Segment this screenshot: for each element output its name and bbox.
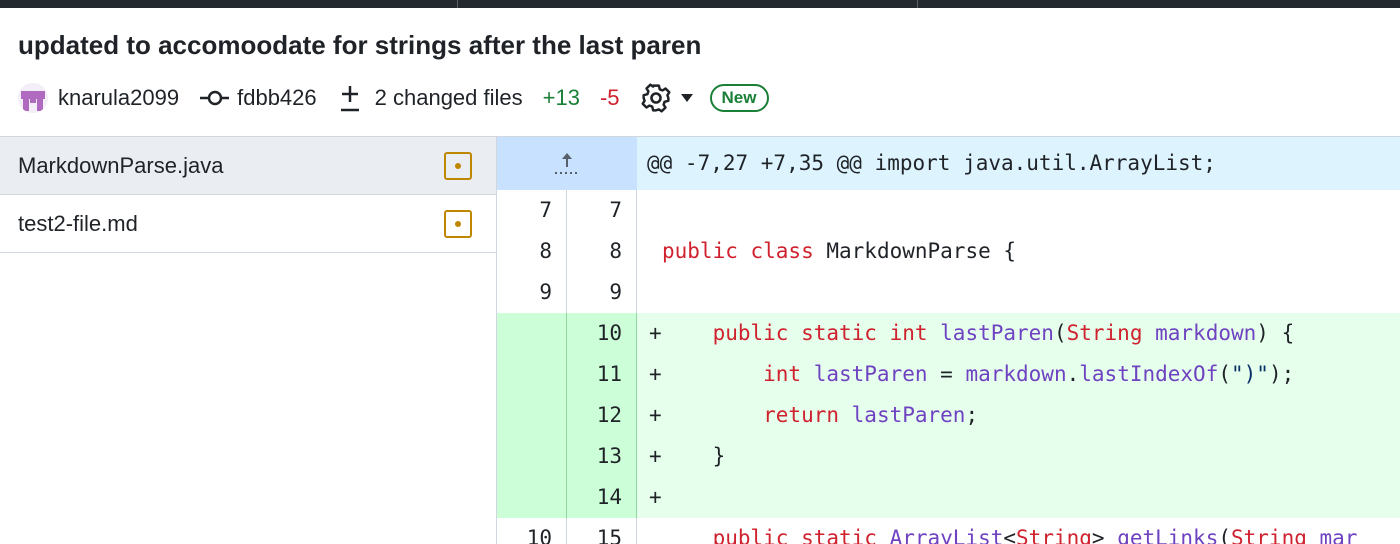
code-token: ( <box>1218 362 1231 386</box>
new-line-number[interactable]: 8 <box>567 231 637 272</box>
code-token: ; <box>965 403 979 427</box>
file-diff-icon <box>340 86 359 112</box>
diff-marker <box>649 272 665 313</box>
diff-line-added: 10 + public static int lastParen(String m… <box>497 313 1400 354</box>
code-token: ) { <box>1256 321 1295 345</box>
top-nav-bar <box>0 0 1400 8</box>
expand-up-button[interactable] <box>497 137 637 190</box>
code-token: ")" <box>1231 362 1269 386</box>
code-token: ); <box>1268 362 1295 386</box>
code-line: public static ArrayList<String> getLinks… <box>662 518 1358 544</box>
code-line: int lastParen = markdown.lastIndexOf(")"… <box>662 354 1294 395</box>
new-line-number[interactable]: 14 <box>567 477 637 518</box>
code-token: . <box>1066 362 1080 386</box>
old-line-number[interactable] <box>497 313 567 354</box>
code-token: markdown <box>965 362 1067 386</box>
changed-files-count[interactable]: 2 changed files <box>375 85 523 111</box>
file-tree: MarkdownParse.java test2-file.md <box>0 136 497 544</box>
old-line-number[interactable] <box>497 354 567 395</box>
old-line-number[interactable] <box>497 477 567 518</box>
code-token: > <box>1091 526 1118 544</box>
code-token: ArrayList <box>889 526 1004 544</box>
code-token: lastIndexOf <box>1079 362 1219 386</box>
code-token: lastParen <box>940 321 1054 345</box>
code-line: return lastParen; <box>662 395 978 436</box>
new-line-number[interactable]: 9 <box>567 272 637 313</box>
diff-line-context: 77 <box>497 190 1400 231</box>
diff-line-context: 10 15 public static ArrayList<String> get… <box>497 518 1400 544</box>
old-line-number[interactable]: 8 <box>497 231 567 272</box>
code-token: mar <box>1306 526 1358 544</box>
new-line-number[interactable]: 12 <box>567 395 637 436</box>
code-token: MarkdownParse { <box>826 239 1017 263</box>
modified-file-icon <box>444 151 472 180</box>
file-item-markdownparse[interactable]: MarkdownParse.java <box>0 137 496 195</box>
chevron-down-icon[interactable] <box>680 93 694 103</box>
new-line-number[interactable]: 7 <box>567 190 637 231</box>
code-token: public static <box>662 526 890 544</box>
code-token: String <box>1016 526 1092 544</box>
diff-line-added: 14 + <box>497 477 1400 518</box>
diff-line-added: 11 + int lastParen = markdown.lastIndexOf… <box>497 354 1400 395</box>
diff-view: @@ -7,27 +7,35 @@ import java.util.Array… <box>497 136 1400 544</box>
new-line-number[interactable]: 15 <box>567 518 637 544</box>
file-item-test2[interactable]: test2-file.md <box>0 195 496 253</box>
old-line-number[interactable]: 9 <box>497 272 567 313</box>
diff-line-added: 13 + } <box>497 436 1400 477</box>
top-nav-divider <box>917 0 918 8</box>
old-line-number[interactable]: 10 <box>497 518 567 544</box>
commit-sha[interactable]: fdbb426 <box>237 85 317 111</box>
code-token: getLinks <box>1117 526 1219 544</box>
code-token: ( <box>1218 526 1231 544</box>
modified-file-icon <box>444 209 472 238</box>
hunk-header: @@ -7,27 +7,35 @@ import java.util.Array… <box>497 137 1400 190</box>
code-line: public static int lastParen(String markd… <box>662 313 1295 354</box>
author-name[interactable]: knarula2099 <box>58 85 179 111</box>
code-line: } <box>662 436 726 477</box>
old-line-number[interactable] <box>497 436 567 477</box>
status-badge: New <box>709 84 769 112</box>
code-token: lastParen <box>813 362 928 386</box>
diff-line-context: 99 <box>497 272 1400 313</box>
diff-line-added: 12 + return lastParen; <box>497 395 1400 436</box>
code-line: public class MarkdownParse { <box>662 231 1016 272</box>
code-token: lastParen <box>851 403 966 427</box>
new-line-number[interactable]: 10 <box>567 313 637 354</box>
old-line-number[interactable]: 7 <box>497 190 567 231</box>
diff-line-context: 88 public class MarkdownParse { <box>497 231 1400 272</box>
top-nav-divider <box>457 0 458 8</box>
diff-marker: + <box>649 485 662 509</box>
code-token: } <box>662 444 726 468</box>
gear-icon[interactable] <box>640 82 672 114</box>
code-token: < <box>1003 526 1017 544</box>
code-token: ( <box>1053 321 1067 345</box>
old-line-number[interactable] <box>497 395 567 436</box>
commit-title: updated to accomoodate for strings after… <box>18 30 702 60</box>
file-name: MarkdownParse.java <box>18 152 224 178</box>
code-token: public static int <box>662 321 941 345</box>
deletions-count: -5 <box>599 85 620 110</box>
commit-meta: knarula2099 fdbb426 2 changed files +13 … <box>18 80 769 116</box>
new-line-number[interactable]: 11 <box>567 354 637 395</box>
hunk-header-text: @@ -7,27 +7,35 @@ import java.util.Array… <box>647 151 1216 175</box>
code-token: return <box>662 403 852 427</box>
file-name: test2-file.md <box>18 210 138 236</box>
diff-marker <box>649 190 665 231</box>
code-token: public class <box>662 239 827 263</box>
author-avatar[interactable] <box>18 83 48 113</box>
new-line-number[interactable]: 13 <box>567 436 637 477</box>
code-token: int <box>662 362 814 386</box>
code-token: markdown <box>1155 321 1257 345</box>
commit-icon <box>200 90 230 106</box>
code-token: = <box>927 362 966 386</box>
code-token: String <box>1066 321 1143 345</box>
additions-count: +13 <box>542 85 580 110</box>
code-token: String <box>1231 526 1307 544</box>
expand-up-icon <box>555 153 579 174</box>
